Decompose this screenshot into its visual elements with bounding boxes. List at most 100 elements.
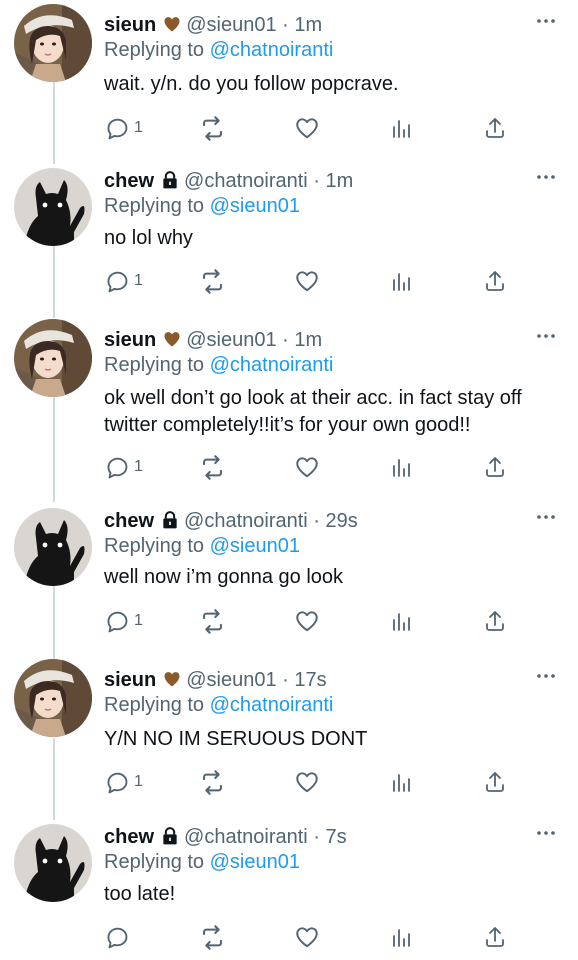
- retweet-button[interactable]: [199, 113, 226, 143]
- timestamp[interactable]: · 1m: [308, 170, 353, 192]
- more-options-icon[interactable]: [536, 669, 556, 683]
- display-name[interactable]: chew: [104, 170, 154, 192]
- retweet-icon: [199, 115, 226, 142]
- replying-to: Replying to @sieun01: [104, 849, 300, 875]
- retweet-icon: [199, 924, 226, 951]
- share-icon: [483, 269, 507, 293]
- views-icon: [389, 925, 413, 949]
- share-button[interactable]: [483, 113, 507, 143]
- views-button[interactable]: [389, 113, 413, 143]
- user-handle[interactable]: @sieun01: [186, 14, 276, 36]
- like-button[interactable]: [294, 113, 320, 143]
- avatar[interactable]: [14, 168, 92, 246]
- like-button[interactable]: [294, 266, 320, 296]
- retweet-icon: [199, 608, 226, 635]
- share-button[interactable]: [483, 606, 507, 636]
- avatar[interactable]: [14, 824, 92, 902]
- mention-link[interactable]: @sieun01: [210, 851, 300, 873]
- views-button[interactable]: [389, 266, 413, 296]
- reply-button[interactable]: 1: [105, 113, 143, 143]
- heart-icon: [294, 454, 320, 480]
- retweet-button[interactable]: [199, 452, 226, 482]
- heart-icon: [294, 924, 320, 950]
- reply-button[interactable]: 1: [105, 606, 143, 636]
- timestamp[interactable]: · 29s: [308, 510, 357, 532]
- views-icon: [389, 455, 413, 479]
- views-button[interactable]: [389, 452, 413, 482]
- retweet-icon: [199, 268, 226, 295]
- like-button[interactable]: [294, 922, 320, 952]
- share-icon: [483, 455, 507, 479]
- reply-count: 1: [134, 458, 143, 475]
- retweet-button[interactable]: [199, 922, 226, 952]
- share-icon: [483, 609, 507, 633]
- user-handle[interactable]: @sieun01: [186, 669, 276, 691]
- share-icon: [483, 116, 507, 140]
- reply-icon: [105, 609, 130, 634]
- share-button[interactable]: [483, 452, 507, 482]
- display-name[interactable]: chew: [104, 510, 154, 532]
- avatar[interactable]: [14, 659, 92, 737]
- reply-count: 1: [134, 119, 143, 136]
- user-handle[interactable]: @chatnoiranti: [184, 170, 308, 192]
- avatar[interactable]: [14, 508, 92, 586]
- share-icon: [483, 925, 507, 949]
- retweet-button[interactable]: [199, 767, 226, 797]
- like-button[interactable]: [294, 452, 320, 482]
- reply-button[interactable]: [105, 922, 134, 952]
- avatar[interactable]: [14, 4, 92, 82]
- more-options-icon[interactable]: [536, 170, 556, 184]
- reply-icon: [105, 770, 130, 795]
- replying-to: Replying to @chatnoiranti: [104, 692, 333, 718]
- user-handle[interactable]: @chatnoiranti: [184, 510, 308, 532]
- tweet-text: Y/N NO IM SERUOUS DONT: [104, 728, 368, 750]
- views-button[interactable]: [389, 922, 413, 952]
- reply-icon: [105, 269, 130, 294]
- reply-count: 1: [134, 272, 143, 289]
- mention-link[interactable]: @sieun01: [210, 195, 300, 217]
- timestamp[interactable]: · 7s: [308, 826, 346, 848]
- avatar[interactable]: [14, 319, 92, 397]
- reply-button[interactable]: 1: [105, 767, 143, 797]
- share-button[interactable]: [483, 266, 507, 296]
- reply-icon: [105, 116, 130, 141]
- timestamp[interactable]: · 17s: [277, 669, 326, 691]
- more-options-icon[interactable]: [536, 510, 556, 524]
- replying-to: Replying to @sieun01: [104, 193, 300, 219]
- more-options-icon[interactable]: [536, 329, 556, 343]
- mention-link[interactable]: @chatnoiranti: [210, 354, 334, 376]
- retweet-button[interactable]: [199, 266, 226, 296]
- more-options-icon[interactable]: [536, 14, 556, 28]
- like-button[interactable]: [294, 606, 320, 636]
- display-name[interactable]: sieun: [104, 329, 156, 351]
- views-button[interactable]: [389, 767, 413, 797]
- mention-link[interactable]: @chatnoiranti: [210, 694, 334, 716]
- timestamp[interactable]: · 1m: [277, 329, 322, 351]
- tweet-text: ok well don’t go look at their acc. in f…: [104, 387, 522, 436]
- like-button[interactable]: [294, 767, 320, 797]
- user-handle[interactable]: @chatnoiranti: [184, 826, 308, 848]
- display-name[interactable]: sieun: [104, 14, 156, 36]
- display-name[interactable]: chew: [104, 826, 154, 848]
- replying-to: Replying to @chatnoiranti: [104, 37, 333, 63]
- share-button[interactable]: [483, 767, 507, 797]
- share-button[interactable]: [483, 922, 507, 952]
- replying-to-label: Replying to: [104, 39, 205, 61]
- reply-button[interactable]: 1: [105, 452, 143, 482]
- views-icon: [389, 269, 413, 293]
- display-name[interactable]: sieun: [104, 669, 156, 691]
- reply-icon: [105, 925, 130, 950]
- replying-to-label: Replying to: [104, 195, 205, 217]
- reply-button[interactable]: 1: [105, 266, 143, 296]
- replying-to-label: Replying to: [104, 851, 205, 873]
- heart-icon: [294, 268, 320, 294]
- more-options-icon[interactable]: [536, 826, 556, 840]
- views-button[interactable]: [389, 606, 413, 636]
- timestamp[interactable]: · 1m: [277, 14, 322, 36]
- retweet-button[interactable]: [199, 606, 226, 636]
- user-handle[interactable]: @sieun01: [186, 329, 276, 351]
- mention-link[interactable]: @chatnoiranti: [210, 39, 334, 61]
- share-icon: [483, 770, 507, 794]
- replying-to-label: Replying to: [104, 694, 205, 716]
- mention-link[interactable]: @sieun01: [210, 535, 300, 557]
